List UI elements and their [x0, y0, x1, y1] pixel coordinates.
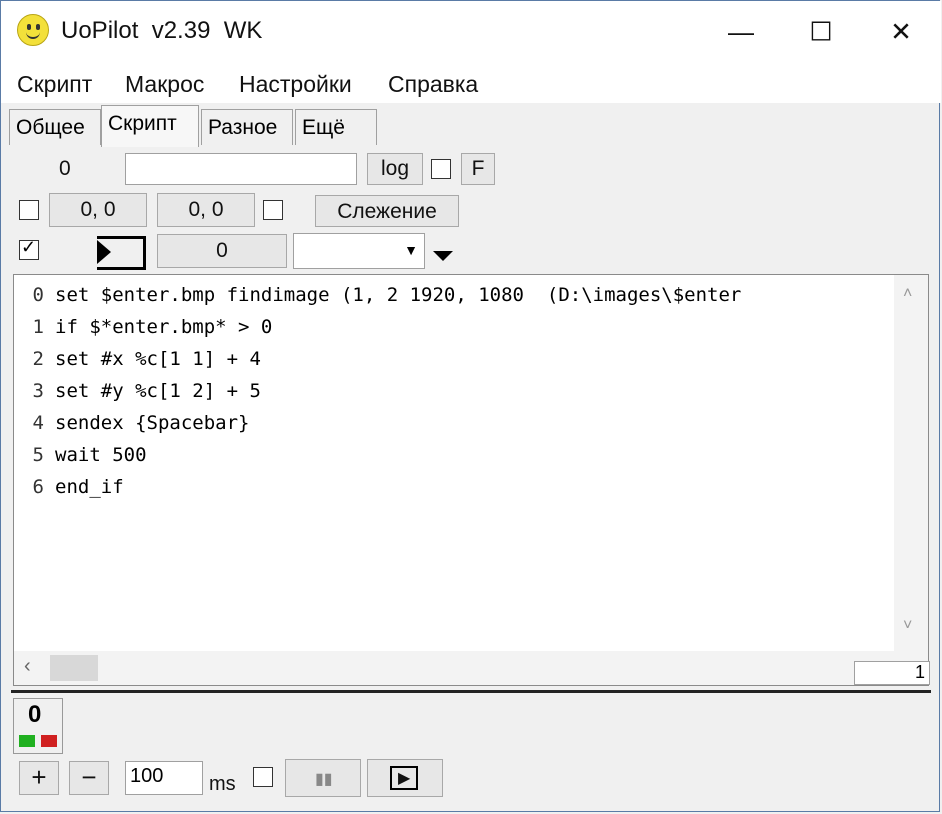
separator — [11, 690, 931, 693]
line-numbers: 0 1 2 3 4 5 6 — [14, 279, 48, 503]
scroll-left-icon[interactable]: ‹ — [24, 655, 31, 678]
log-button[interactable]: log — [367, 153, 423, 185]
menu-help[interactable]: Справка — [388, 71, 478, 98]
window-title: UoPilot v2.39 WK — [61, 17, 263, 44]
plus-button[interactable]: + — [19, 761, 59, 795]
line-number: 6 — [32, 476, 44, 498]
code-line[interactable]: set #y %c[1 2] + 5 — [55, 375, 905, 407]
line-number: 4 — [32, 412, 44, 434]
checkbox-enabled[interactable]: ✓ — [19, 237, 39, 260]
menu-script[interactable]: Скрипт — [17, 71, 92, 98]
close-icon: ✕ — [890, 16, 912, 47]
tab-general[interactable]: Общее — [9, 109, 101, 145]
maximize-icon: ☐ — [809, 16, 833, 47]
vertical-scrollbar[interactable]: ˄ ˅ — [894, 275, 928, 651]
title-bar: UoPilot v2.39 WK — ☐ ✕ — [1, 1, 941, 63]
line-number: 3 — [32, 380, 44, 402]
text-input[interactable] — [125, 153, 357, 185]
code-area[interactable]: set $enter.bmp findimage (1, 2 1920, 108… — [55, 279, 905, 503]
code-line[interactable]: sendex {Spacebar} — [55, 407, 905, 439]
play-button[interactable]: ▶ — [367, 759, 443, 797]
value-button[interactable]: 0 — [157, 234, 287, 268]
red-indicator-icon — [41, 735, 57, 747]
menu-settings[interactable]: Настройки — [239, 71, 352, 98]
ms-label: ms — [209, 773, 236, 795]
menu-bar: Скрипт Макрос Настройки Справка — [1, 63, 941, 103]
code-line[interactable]: end_if — [55, 471, 905, 503]
green-indicator-icon — [19, 735, 35, 747]
line-number: 1 — [32, 316, 44, 338]
tracking-button[interactable]: Слежение — [315, 195, 459, 227]
minimize-icon: — — [728, 16, 754, 47]
line-number: 0 — [32, 284, 44, 306]
maximize-button[interactable]: ☐ — [781, 1, 861, 63]
code-line[interactable]: set #x %c[1 1] + 4 — [55, 343, 905, 375]
tab-script[interactable]: Скрипт — [101, 105, 199, 147]
script-editor[interactable]: 0 1 2 3 4 5 6 set $enter.bmp findimage (… — [13, 274, 930, 686]
line-number: 2 — [32, 348, 44, 370]
checkbox-loop[interactable] — [253, 767, 273, 787]
menu-macro[interactable]: Макрос — [125, 71, 204, 98]
run-count: 0 — [28, 701, 42, 728]
pause-button[interactable]: ▮▮ — [285, 759, 361, 797]
tabs: Общее Скрипт Разное Ещё — [1, 103, 941, 147]
scroll-down-icon[interactable]: ˅ — [903, 617, 912, 635]
close-button[interactable]: ✕ — [861, 1, 941, 63]
code-line[interactable]: wait 500 — [55, 439, 905, 471]
pause-icon: ▮▮ — [315, 771, 333, 788]
tab-misc[interactable]: Разное — [201, 109, 293, 145]
dropdown-select[interactable]: ▼ — [293, 233, 425, 269]
code-line[interactable]: if $*enter.bmp* > 0 — [55, 311, 905, 343]
horizontal-scrollbar[interactable]: ‹ 1 — [14, 651, 930, 685]
tab-more[interactable]: Ещё — [295, 109, 377, 145]
minus-button[interactable]: − — [69, 761, 109, 795]
scroll-thumb[interactable] — [50, 655, 98, 681]
status-panel: 0 — [13, 698, 63, 754]
triangle-down-icon[interactable] — [433, 251, 453, 261]
check-mark-icon: ✓ — [21, 237, 37, 257]
scroll-up-icon[interactable]: ˄ — [903, 285, 912, 303]
line-number: 5 — [32, 444, 44, 466]
counter-label: 0 — [59, 157, 71, 180]
checkbox-coord[interactable] — [19, 200, 39, 220]
line-indicator: 1 — [854, 661, 930, 685]
record-key-button[interactable] — [61, 234, 147, 270]
smiley-app-icon — [17, 14, 49, 46]
coord-button-2[interactable]: 0, 0 — [157, 193, 255, 227]
checkbox-coord-2[interactable] — [263, 200, 283, 220]
code-line[interactable]: set $enter.bmp findimage (1, 2 1920, 108… — [55, 279, 905, 311]
checkbox-f[interactable] — [431, 159, 451, 179]
app-window: UoPilot v2.39 WK — ☐ ✕ Скрипт Макрос Нас… — [0, 0, 941, 812]
f-button[interactable]: F — [461, 153, 495, 185]
play-icon: ▶ — [390, 766, 419, 790]
coord-button-1[interactable]: 0, 0 — [49, 193, 147, 227]
chevron-down-icon: ▼ — [404, 242, 418, 258]
interval-input[interactable]: 100 — [125, 761, 203, 795]
minimize-button[interactable]: — — [701, 1, 781, 63]
